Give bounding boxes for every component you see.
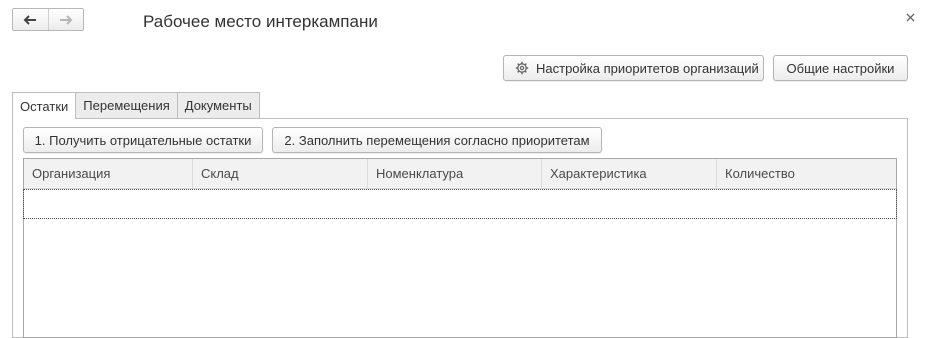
back-button[interactable] [13, 9, 48, 30]
tab-balances[interactable]: Остатки [12, 92, 77, 119]
tab-documents[interactable]: Документы [176, 92, 260, 118]
gear-icon [515, 61, 529, 75]
tab-bar: Остатки Перемещения Документы [12, 92, 260, 119]
table-header: Организация Склад Номенклатура Характери… [24, 159, 896, 189]
page-title: Рабочее место интеркампани [143, 12, 378, 31]
close-button[interactable] [903, 10, 917, 24]
column-header-characteristic[interactable]: Характеристика [542, 159, 717, 188]
get-negative-balances-label: 1. Получить отрицательные остатки [34, 132, 252, 148]
priority-settings-button[interactable]: Настройка приоритетов организаций [503, 55, 764, 81]
column-header-nomenclature[interactable]: Номенклатура [368, 159, 542, 188]
tab-label: Перемещения [83, 98, 170, 113]
close-icon [906, 13, 914, 21]
fill-movements-button[interactable]: 2. Заполнить перемещения согласно приори… [272, 127, 602, 153]
column-header-warehouse[interactable]: Склад [193, 159, 368, 188]
general-settings-button[interactable]: Общие настройки [773, 55, 908, 81]
priority-settings-label: Настройка приоритетов организаций [536, 60, 759, 76]
table-row[interactable] [23, 189, 897, 219]
tab-movements[interactable]: Перемещения [75, 92, 178, 118]
arrow-right-icon [59, 14, 73, 25]
column-header-organization[interactable]: Организация [24, 159, 193, 188]
balances-table[interactable]: Организация Склад Номенклатура Характери… [23, 158, 897, 338]
tab-label: Документы [184, 98, 252, 113]
tab-label: Остатки [20, 98, 69, 114]
general-settings-label: Общие настройки [786, 60, 895, 76]
get-negative-balances-button[interactable]: 1. Получить отрицательные остатки [23, 127, 263, 153]
column-header-quantity[interactable]: Количество [717, 159, 896, 188]
navigation-buttons [12, 8, 84, 31]
fill-movements-label: 2. Заполнить перемещения согласно приори… [284, 132, 590, 148]
arrow-left-icon [23, 14, 37, 25]
forward-button[interactable] [47, 9, 84, 30]
